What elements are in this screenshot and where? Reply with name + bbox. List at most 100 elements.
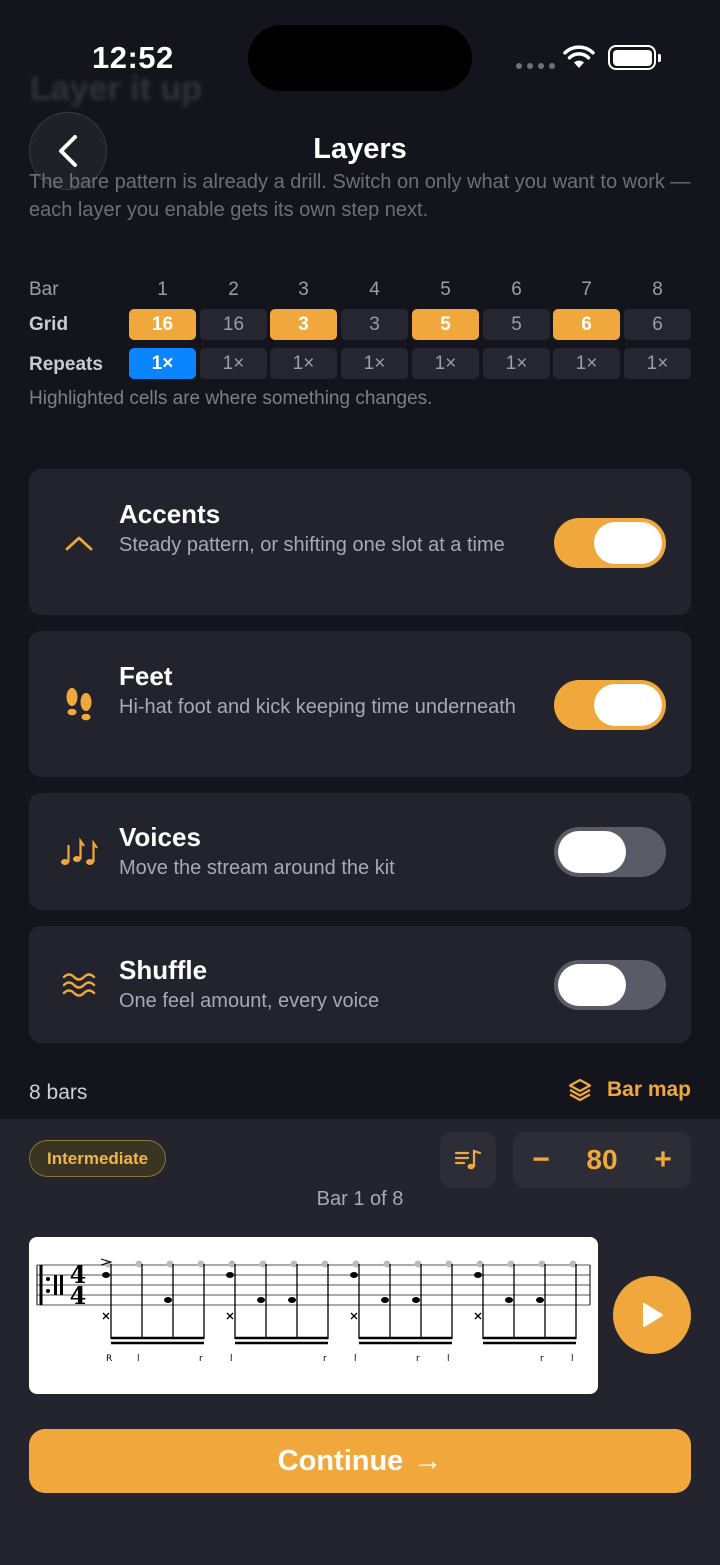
toggle-knob (594, 684, 662, 726)
note-head (505, 1297, 513, 1303)
x-note (350, 1312, 358, 1320)
sticking-letter: r (323, 1354, 327, 1364)
grid-cell[interactable]: 5 (483, 309, 550, 340)
chevron-up-icon (59, 523, 99, 563)
shuffle-toggle[interactable] (554, 960, 666, 1010)
layer-description: One feel amount, every voice (119, 990, 380, 1012)
grid-cell[interactable]: 6 (553, 309, 620, 340)
intro-text: The bare pattern is already a drill. Swi… (29, 171, 691, 221)
note-head (288, 1297, 296, 1303)
note-head (381, 1297, 389, 1303)
voices-toggle[interactable] (554, 827, 666, 877)
toggle-knob (594, 522, 662, 564)
grid-cell[interactable]: 5 (412, 309, 479, 340)
layer-title: Feet (119, 661, 173, 691)
play-button[interactable] (613, 1276, 691, 1354)
bar-number: 6 (511, 279, 522, 300)
battery-icon (608, 45, 661, 70)
accents-toggle[interactable] (554, 518, 666, 568)
wifi-icon (563, 45, 595, 68)
layers-icon (568, 1078, 592, 1102)
repeat-cell[interactable]: 1× (553, 348, 620, 379)
sticking-letter: l (571, 1354, 574, 1364)
tempo-decrease-button[interactable]: − (521, 1141, 561, 1179)
sticking-letter: r (199, 1354, 203, 1364)
tempo-increase-button[interactable]: + (643, 1141, 683, 1179)
note-head (164, 1297, 172, 1303)
bar-number: 5 (440, 279, 451, 300)
bars-count: 8 bars (29, 1081, 88, 1104)
repeat-cell[interactable]: 1× (624, 348, 691, 379)
continue-button[interactable]: Continue → (29, 1429, 691, 1493)
music-notes-icon (59, 832, 99, 872)
grid-cell[interactable]: 3 (341, 309, 408, 340)
layer-card-accents[interactable]: Accents Steady pattern, or shifting one … (29, 469, 691, 615)
bar-row-label: Bar (29, 279, 59, 300)
sticking-letter: l (230, 1354, 233, 1364)
waves-icon (59, 965, 99, 1005)
ghost-title: Layer it up (30, 70, 202, 108)
arrow-right-icon: → (413, 1444, 443, 1477)
repeat-cell[interactable]: 1× (341, 348, 408, 379)
notation-preview: 4 4 Rlrlrlrlrl (29, 1237, 598, 1394)
sticking-letter: r (540, 1354, 544, 1364)
bar-number: 1 (157, 279, 168, 300)
repeat-cell[interactable]: 1× (412, 348, 479, 379)
repeat-cell[interactable]: 1× (200, 348, 267, 379)
playlist-music-icon (454, 1149, 482, 1170)
layer-title: Voices (119, 822, 201, 852)
bar-map-label: Bar map (606, 1078, 691, 1101)
grid-cell[interactable]: 16 (200, 309, 267, 340)
cellular-signal-icon (516, 63, 555, 69)
bar-number: 7 (581, 279, 592, 300)
time-signature-bottom: 4 (70, 1281, 87, 1310)
bar-number: 4 (369, 279, 380, 300)
beat-group (100, 1258, 205, 1345)
page-title: Layers (313, 133, 407, 165)
toggle-knob (558, 831, 626, 873)
note-head (257, 1297, 265, 1303)
layer-card-shuffle[interactable]: Shuffle One feel amount, every voice (29, 926, 691, 1043)
layer-description: Move the stream around the kit (119, 857, 395, 879)
toggle-knob (558, 964, 626, 1006)
grid-note: Highlighted cells are where something ch… (29, 388, 433, 409)
play-icon (643, 1303, 663, 1327)
accent-note (474, 1272, 482, 1278)
repeat-cell[interactable]: 1× (483, 348, 550, 379)
accent-note (226, 1272, 234, 1278)
tempo-stepper: − 80 + (513, 1132, 691, 1188)
repeats-row-label: Repeats (29, 354, 103, 375)
note-head (536, 1297, 544, 1303)
grid-cell[interactable]: 16 (129, 309, 196, 340)
layer-description: Steady pattern, or shifting one slot at … (119, 534, 505, 556)
music-staff: 4 4 Rlrlrlrlrl (36, 1258, 591, 1364)
sticking-letter: l (354, 1354, 357, 1364)
accent-note (102, 1272, 110, 1278)
layer-card-feet[interactable]: Feet Hi-hat foot and kick keeping time u… (29, 631, 691, 777)
bar-number: 8 (652, 279, 663, 300)
grid-cell[interactable]: 6 (624, 309, 691, 340)
layer-title: Shuffle (119, 955, 208, 985)
bar-map-button[interactable]: Bar map (567, 1077, 691, 1103)
continue-label: Continue (277, 1444, 404, 1477)
layer-description: Hi-hat foot and kick keeping time undern… (119, 696, 516, 718)
sticking-letter: l (137, 1354, 140, 1364)
bar-number: 3 (298, 279, 309, 300)
sticking-letter: l (447, 1354, 450, 1364)
grid-row-label: Grid (29, 314, 69, 335)
footprints-icon (59, 684, 99, 724)
x-note (474, 1312, 482, 1320)
layer-card-voices[interactable]: Voices Move the stream around the kit (29, 793, 691, 910)
grid-cell[interactable]: 3 (270, 309, 337, 340)
repeat-cell[interactable]: 1× (270, 348, 337, 379)
accent-note (350, 1272, 358, 1278)
layer-title: Accents (119, 499, 221, 529)
sticking-letter: R (106, 1354, 112, 1364)
bar-number: 2 (228, 279, 239, 300)
sticking-letter: r (416, 1354, 420, 1364)
feet-toggle[interactable] (554, 680, 666, 730)
beat-group (350, 1260, 453, 1345)
tap-tempo-button[interactable] (440, 1132, 496, 1188)
repeat-cell[interactable]: 1× (129, 348, 196, 379)
tempo-value: 80 (586, 1144, 618, 1175)
